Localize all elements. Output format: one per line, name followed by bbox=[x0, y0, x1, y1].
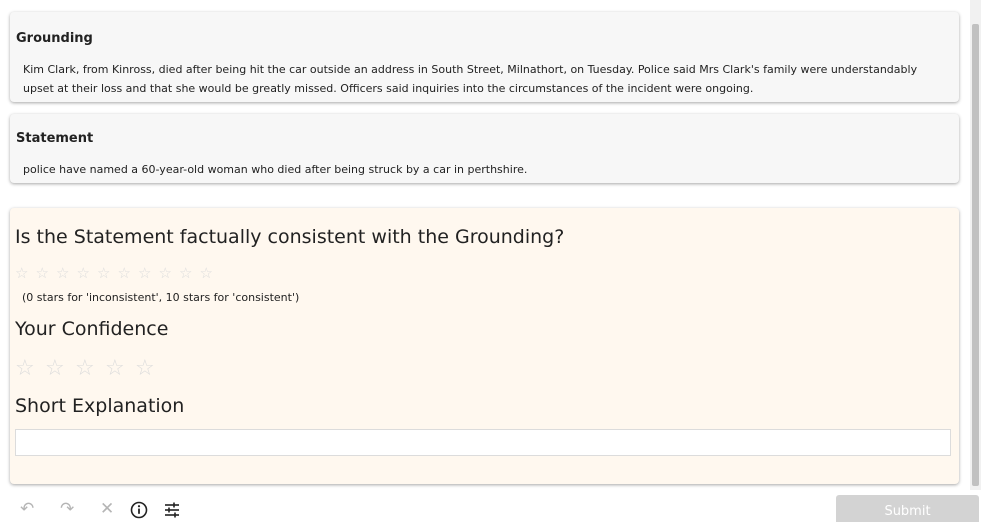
grounding-title: Grounding bbox=[16, 31, 93, 46]
undo-icon[interactable]: ↶ bbox=[20, 501, 34, 518]
bottom-toolbar: ↶ ↷ ✕ bbox=[0, 495, 981, 522]
star-icon[interactable]: ☆ bbox=[118, 264, 139, 282]
star-icon[interactable]: ☆ bbox=[179, 264, 200, 282]
confidence-star-rating[interactable]: ☆ ☆ ☆ ☆ ☆ bbox=[15, 356, 165, 381]
rating-panel: Is the Statement factually consistent wi… bbox=[10, 208, 959, 484]
statement-title: Statement bbox=[16, 131, 94, 146]
settings-icon[interactable] bbox=[163, 501, 181, 519]
star-icon[interactable]: ☆ bbox=[97, 264, 118, 282]
scrollbar-thumb[interactable] bbox=[972, 24, 979, 486]
star-icon[interactable]: ☆ bbox=[135, 356, 165, 381]
statement-text: police have named a 60-year-old woman wh… bbox=[23, 163, 528, 176]
consistency-star-rating[interactable]: ☆ ☆ ☆ ☆ ☆ ☆ ☆ ☆ ☆ ☆ bbox=[15, 264, 220, 282]
explanation-title: Short Explanation bbox=[15, 395, 185, 417]
explanation-input[interactable] bbox=[15, 429, 951, 456]
star-icon[interactable]: ☆ bbox=[36, 264, 57, 282]
redo-icon[interactable]: ↷ bbox=[60, 501, 74, 518]
star-icon[interactable]: ☆ bbox=[56, 264, 77, 282]
annotation-page: Grounding Kim Clark, from Kinross, died … bbox=[0, 0, 981, 522]
star-icon[interactable]: ☆ bbox=[15, 264, 36, 282]
star-icon[interactable]: ☆ bbox=[15, 356, 45, 381]
submit-button[interactable]: Submit bbox=[836, 495, 979, 522]
rating-hint: (0 stars for 'inconsistent', 10 stars fo… bbox=[22, 291, 300, 304]
star-icon[interactable]: ☆ bbox=[105, 356, 135, 381]
grounding-card: Grounding Kim Clark, from Kinross, died … bbox=[10, 12, 959, 102]
consistency-question: Is the Statement factually consistent wi… bbox=[15, 226, 565, 248]
info-icon[interactable] bbox=[130, 501, 148, 519]
star-icon[interactable]: ☆ bbox=[138, 264, 159, 282]
star-icon[interactable]: ☆ bbox=[159, 264, 180, 282]
grounding-text: Kim Clark, from Kinross, died after bein… bbox=[23, 63, 918, 95]
confidence-title: Your Confidence bbox=[15, 318, 169, 340]
star-icon[interactable]: ☆ bbox=[45, 356, 75, 381]
close-icon[interactable]: ✕ bbox=[100, 501, 114, 518]
star-icon[interactable]: ☆ bbox=[77, 264, 98, 282]
statement-card: Statement police have named a 60-year-ol… bbox=[10, 114, 959, 183]
star-icon[interactable]: ☆ bbox=[75, 356, 105, 381]
star-icon[interactable]: ☆ bbox=[200, 264, 221, 282]
